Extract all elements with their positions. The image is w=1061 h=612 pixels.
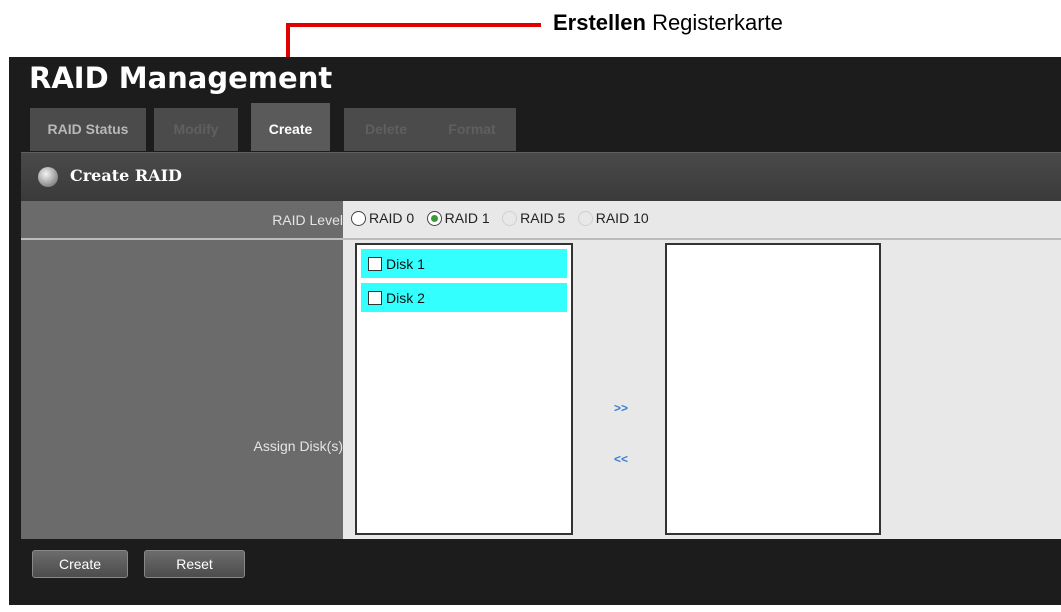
radio-raid-5-label: RAID 5 bbox=[520, 210, 566, 226]
assigned-disks-list[interactable] bbox=[665, 243, 881, 535]
tab-create[interactable]: Create bbox=[251, 103, 330, 151]
section-header: Create RAID bbox=[21, 152, 1061, 201]
tab-raid-status[interactable]: RAID Status bbox=[30, 108, 146, 151]
raid-level-radio-group: RAID 0 RAID 1 RAID 5 RAID 10 bbox=[351, 210, 657, 230]
disc-icon bbox=[38, 167, 58, 187]
label-column bbox=[21, 201, 343, 539]
create-button[interactable]: Create bbox=[32, 550, 128, 578]
tab-modify: Modify bbox=[154, 108, 238, 151]
add-disk-button[interactable]: >> bbox=[614, 401, 628, 415]
raid-level-label: RAID Level bbox=[272, 212, 343, 228]
radio-raid-1-label: RAID 1 bbox=[444, 210, 490, 226]
remove-disk-button[interactable]: << bbox=[614, 452, 628, 466]
radio-circle-icon bbox=[502, 210, 518, 226]
radio-raid-10: RAID 10 bbox=[577, 210, 649, 226]
radio-raid-10-label: RAID 10 bbox=[595, 210, 649, 226]
radio-raid-1[interactable]: RAID 1 bbox=[426, 210, 490, 226]
row-separator bbox=[21, 238, 1061, 240]
callout-line-horizontal bbox=[286, 23, 541, 27]
checkbox-icon[interactable] bbox=[368, 290, 382, 305]
page-title: RAID Management bbox=[29, 61, 333, 95]
list-item-disk-1[interactable]: Disk 1 bbox=[361, 249, 567, 278]
callout-bold-text: Erstellen bbox=[553, 10, 646, 35]
radio-raid-0-label: RAID 0 bbox=[369, 210, 415, 226]
tab-delete: Delete bbox=[344, 108, 428, 151]
create-raid-form: RAID Level RAID 0 RAID 1 RAID 5 RAID 10 … bbox=[21, 201, 1061, 539]
disk-2-label: Disk 2 bbox=[386, 289, 425, 306]
tab-format: Format bbox=[428, 108, 516, 151]
disk-1-label: Disk 1 bbox=[386, 255, 425, 272]
callout-label: Erstellen Registerkarte bbox=[553, 10, 783, 36]
list-item-disk-2[interactable]: Disk 2 bbox=[361, 283, 567, 312]
radio-raid-5: RAID 5 bbox=[502, 210, 565, 226]
assign-disks-label: Assign Disk(s) bbox=[253, 438, 343, 454]
available-disks-list[interactable]: Disk 1 Disk 2 bbox=[355, 243, 573, 535]
radio-checked-icon[interactable] bbox=[426, 210, 442, 226]
section-title: Create RAID bbox=[70, 166, 182, 185]
checkbox-icon[interactable] bbox=[368, 256, 382, 271]
reset-button[interactable]: Reset bbox=[144, 550, 245, 578]
radio-circle-icon bbox=[577, 210, 593, 226]
raid-management-panel: RAID Management RAID Status Modify Creat… bbox=[9, 57, 1061, 605]
radio-circle-icon[interactable] bbox=[351, 210, 366, 226]
callout-normal-text: Registerkarte bbox=[652, 10, 783, 35]
radio-raid-0[interactable]: RAID 0 bbox=[351, 210, 414, 226]
